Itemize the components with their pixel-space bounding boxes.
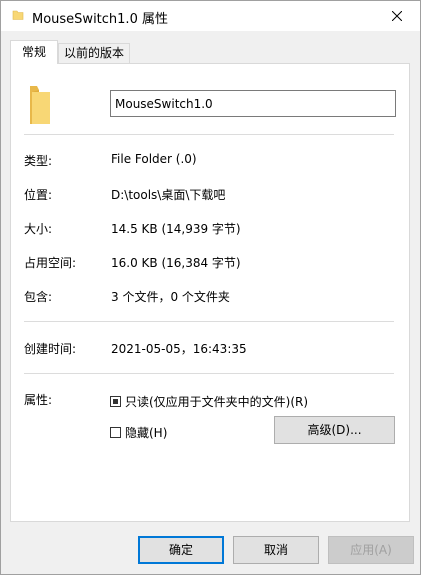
cancel-button[interactable]: 取消: [233, 536, 319, 564]
separator: [24, 321, 394, 322]
contains-value: 3 个文件，0 个文件夹: [111, 290, 230, 304]
size-on-disk-value: 16.0 KB (16,384 字节): [111, 256, 241, 270]
location-value: D:\tools\桌面\下载吧: [111, 188, 226, 202]
close-button[interactable]: [374, 1, 420, 31]
folder-icon: [12, 10, 24, 20]
apply-button[interactable]: 应用(A): [328, 536, 414, 564]
separator: [24, 373, 394, 374]
hidden-label: 隐藏(H): [125, 426, 168, 440]
folder-icon: [30, 86, 50, 124]
window-title: MouseSwitch1.0 属性: [32, 12, 168, 27]
size-on-disk-label: 占用空间:: [24, 256, 77, 270]
close-icon: [392, 11, 402, 21]
readonly-checkbox[interactable]: [110, 396, 121, 407]
size-value: 14.5 KB (14,939 字节): [111, 222, 241, 236]
advanced-button[interactable]: 高级(D)...: [274, 416, 395, 444]
hidden-checkbox[interactable]: [110, 427, 121, 438]
hidden-checkbox-row[interactable]: 隐藏(H): [110, 424, 167, 441]
contains-label: 包含:: [24, 290, 53, 304]
tab-previous-versions[interactable]: 以前的版本: [58, 43, 130, 64]
created-label: 创建时间:: [24, 342, 77, 356]
readonly-checkbox-row[interactable]: 只读(仅应用于文件夹中的文件)(R): [110, 393, 308, 410]
attributes-label: 属性:: [24, 393, 53, 407]
size-label: 大小:: [24, 222, 53, 236]
separator: [24, 134, 394, 135]
location-label: 位置:: [24, 188, 53, 202]
readonly-label: 只读(仅应用于文件夹中的文件)(R): [125, 395, 309, 409]
type-label: 类型:: [24, 154, 53, 168]
folder-name-input[interactable]: [110, 90, 396, 117]
type-value: File Folder (.0): [111, 152, 197, 166]
ok-button[interactable]: 确定: [138, 536, 224, 564]
created-value: 2021-05-05，16:43:35: [111, 342, 247, 356]
title-bar[interactable]: MouseSwitch1.0 属性: [1, 1, 420, 31]
tab-general[interactable]: 常规: [10, 40, 58, 64]
